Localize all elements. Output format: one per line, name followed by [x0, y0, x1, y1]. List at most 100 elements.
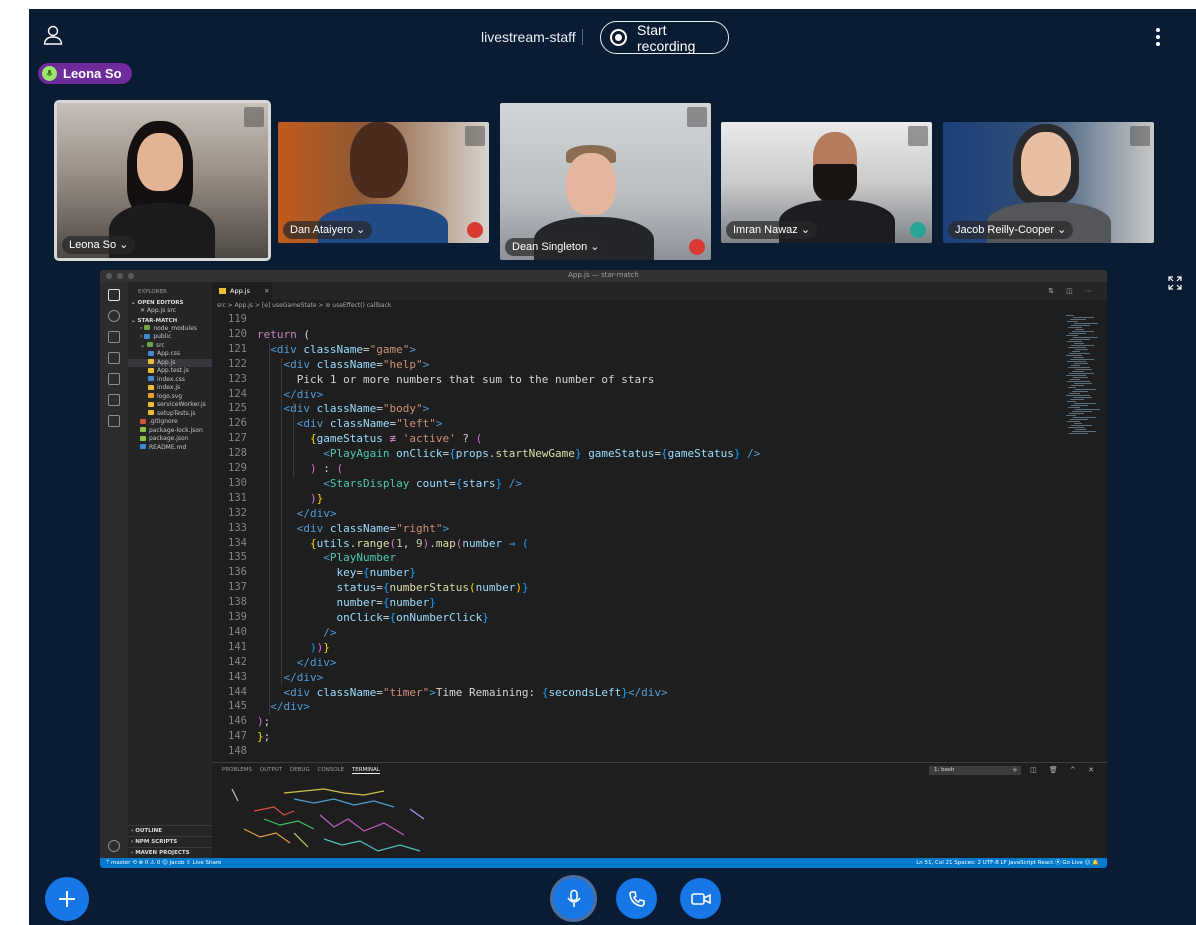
editor-actions[interactable]: ⇅ ◫ ⋯	[1048, 282, 1097, 300]
tree-item[interactable]: App.test.js	[128, 367, 212, 376]
tree-item[interactable]: .gitignore	[128, 418, 212, 427]
video-tile-dan-ataiyero[interactable]: Dan Ataiyero ⌄	[278, 122, 489, 243]
project-section[interactable]: ⌄ STAR-MATCH	[128, 316, 212, 325]
start-recording-button[interactable]: Start recording	[600, 21, 729, 54]
minimap-line	[1073, 397, 1092, 398]
code-line[interactable]: status={numberStatus(number)}	[257, 581, 528, 594]
tree-item[interactable]: ⌄ src	[128, 342, 212, 351]
maven-projects-section[interactable]: › MAVEN PROJECTS	[128, 847, 212, 858]
code-line[interactable]: <StarsDisplay count={stars} />	[257, 477, 522, 490]
panel-actions[interactable]: + ◫ 🗑 ^ ✕	[1012, 763, 1099, 778]
microphone-icon	[566, 889, 581, 907]
status-bar: ᛘ master ⟲ ⊗ 0 ⚠ 0 ☺ Jacob ⇪ Live Share …	[100, 858, 1107, 868]
code-line[interactable]: <PlayNumber	[257, 551, 396, 564]
npm-scripts-section[interactable]: › NPM SCRIPTS	[128, 836, 212, 847]
tab-terminal[interactable]: TERMINAL	[351, 767, 380, 774]
code-line[interactable]: </div>	[257, 700, 310, 713]
tree-item[interactable]: App.css	[128, 350, 212, 359]
code-line[interactable]: {gameStatus ≢ 'active' ? (	[257, 432, 482, 445]
minimap-line	[1072, 351, 1080, 352]
code-editor[interactable]: 119 120 return (121 <div className="game">…	[212, 311, 1062, 762]
call-button[interactable]	[616, 878, 657, 919]
extensions-icon[interactable]	[108, 373, 120, 385]
expand-icon[interactable]	[465, 126, 485, 146]
expand-icon[interactable]	[244, 107, 264, 127]
code-line[interactable]: number={number}	[257, 596, 435, 609]
minimap[interactable]	[1062, 311, 1107, 762]
code-line[interactable]: return (	[257, 328, 310, 341]
settings-icon[interactable]	[108, 840, 120, 852]
user-icon[interactable]	[41, 23, 65, 47]
more-options-icon[interactable]	[1151, 26, 1165, 48]
code-line[interactable]: onClick={onNumberClick}	[257, 611, 488, 624]
tab-debug-console[interactable]: DEBUG CONSOLE	[290, 767, 344, 773]
code-line[interactable]: };	[257, 730, 270, 743]
minimap-line	[1066, 355, 1082, 356]
tree-item[interactable]: › public	[128, 333, 212, 342]
microphone-button[interactable]	[553, 878, 594, 919]
expand-icon[interactable]	[1130, 126, 1150, 146]
status-right[interactable]: Ln 51, Col 21 Spaces: 2 UTF-8 LF JavaScr…	[916, 858, 1099, 868]
video-tile-jacob-reilly-cooper[interactable]: Jacob Reilly-Cooper ⌄	[943, 122, 1154, 243]
live-share-icon[interactable]	[108, 415, 120, 427]
camera-button[interactable]	[680, 878, 721, 919]
line-number: 129	[228, 462, 247, 474]
debug-icon[interactable]	[108, 352, 120, 364]
open-editor-item[interactable]: ✕ App.js src	[128, 307, 212, 316]
video-tile-imran-nawaz[interactable]: Imran Nawaz ⌄	[721, 122, 932, 243]
tab-app-js[interactable]: App.js ✕	[212, 282, 272, 300]
code-line[interactable]: Pick 1 or more numbers that sum to the n…	[257, 373, 655, 386]
record-icon	[610, 29, 627, 46]
code-line[interactable]: <div className="help">	[257, 358, 430, 371]
code-line[interactable]: <PlayAgain onClick={props.startNewGame} …	[257, 447, 760, 460]
source-control-icon[interactable]	[108, 331, 120, 343]
outline-section[interactable]: › OUTLINE	[128, 825, 212, 836]
close-tab-icon[interactable]: ✕	[264, 287, 269, 295]
breadcrumb[interactable]: src > App.js > [e] useGameState > ⊚ useE…	[212, 300, 1107, 311]
expand-icon[interactable]	[908, 126, 928, 146]
tab-output[interactable]: OUTPUT	[260, 767, 282, 773]
terminal-select[interactable]: 1: bash	[929, 766, 1021, 775]
tree-item[interactable]: package.json	[128, 435, 212, 444]
video-tile-leona-so[interactable]: Leona So ⌄	[54, 100, 271, 261]
code-line[interactable]: <div className="left">	[257, 417, 443, 430]
tree-item[interactable]: App.js	[128, 358, 212, 367]
tree-item[interactable]: README.md	[128, 444, 212, 453]
search-icon[interactable]	[108, 310, 120, 322]
expand-icon[interactable]	[687, 107, 707, 127]
explorer-icon[interactable]	[108, 289, 120, 301]
participant-name[interactable]: Dan Ataiyero ⌄	[283, 221, 373, 239]
minimap-line	[1072, 371, 1084, 372]
participant-name[interactable]: Leona So ⌄	[62, 236, 136, 254]
code-line[interactable]: {utils.range(1, 9).map(number ⇒ (	[257, 537, 529, 550]
tab-problems[interactable]: PROBLEMS	[222, 767, 252, 773]
expand-screen-share-icon[interactable]	[1167, 275, 1183, 291]
video-tile-dean-singleton[interactable]: Dean Singleton ⌄	[500, 103, 711, 260]
line-number: 138	[228, 596, 247, 609]
tree-item[interactable]: serviceWorker.js	[128, 401, 212, 410]
add-button[interactable]	[45, 877, 89, 921]
code-line[interactable]: </div>	[257, 671, 324, 684]
tree-item[interactable]: package-lock.json	[128, 427, 212, 436]
tree-item[interactable]: index.css	[128, 376, 212, 385]
code-line[interactable]: <div className="body">	[257, 402, 430, 415]
test-icon[interactable]	[108, 394, 120, 406]
tree-item[interactable]: logo.svg	[128, 393, 212, 402]
code-line[interactable]: <div className="timer">Time Remaining: {…	[257, 686, 668, 699]
shared-screen-editor[interactable]: App.js — star-match EXPLORER ⌄ OPEN EDIT…	[100, 270, 1107, 868]
code-line[interactable]: <div className="game">	[257, 343, 416, 356]
code-line[interactable]: <div className="right">	[257, 522, 449, 535]
open-editors-section[interactable]: ⌄ OPEN EDITORS	[128, 298, 212, 307]
tree-item[interactable]: setupTests.js	[128, 410, 212, 419]
code-line[interactable]: ))}	[257, 641, 330, 654]
minimap-line	[1066, 375, 1086, 376]
status-left[interactable]: ᛘ master ⟲ ⊗ 0 ⚠ 0 ☺ Jacob ⇪ Live Share	[106, 858, 221, 868]
code-line[interactable]: );	[257, 715, 270, 728]
participant-name[interactable]: Imran Nawaz ⌄	[726, 221, 818, 239]
participant-name[interactable]: Jacob Reilly-Cooper ⌄	[948, 221, 1074, 239]
tree-item[interactable]: index.js	[128, 384, 212, 393]
code-line[interactable]: )}	[257, 492, 323, 505]
tree-item[interactable]: › node_modules	[128, 325, 212, 334]
code-line[interactable]: </div>	[257, 388, 324, 401]
participant-name[interactable]: Dean Singleton ⌄	[505, 238, 607, 256]
